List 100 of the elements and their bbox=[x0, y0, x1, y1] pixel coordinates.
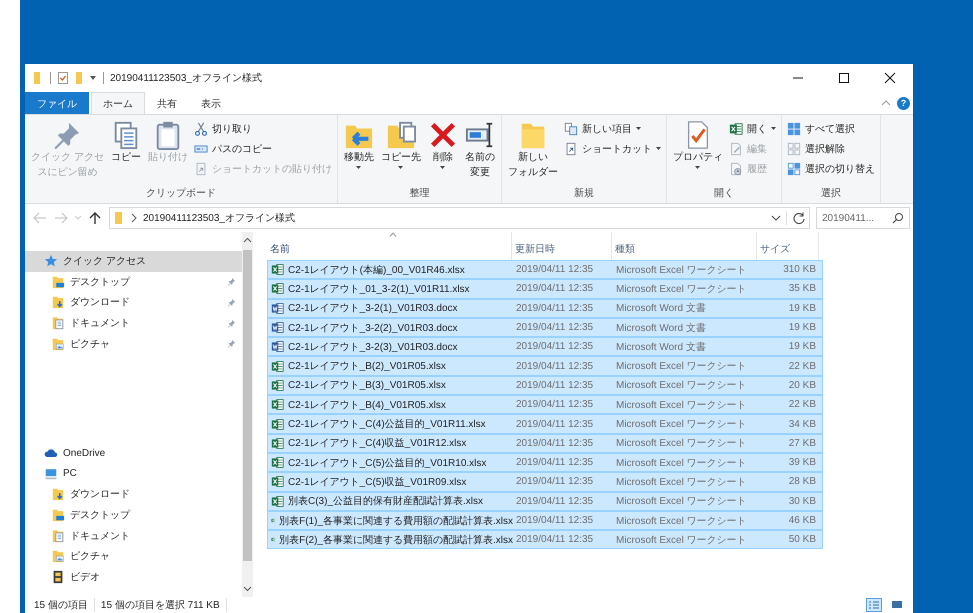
ribbon-button[interactable]: ショートカット bbox=[562, 139, 663, 158]
chevron-icon bbox=[130, 213, 138, 223]
file-row[interactable]: C2-1レイアウト_C(4)公益目的_V01R11.xlsx 2019/04/11 12:35 Microsoft Excel ワークシート 34 KB bbox=[267, 414, 823, 434]
ribbon-button[interactable]: 移動先 bbox=[340, 117, 377, 169]
details-view-button[interactable] bbox=[866, 598, 882, 612]
type-cell-text: Microsoft Word 文書 bbox=[615, 322, 707, 335]
ribbon-button[interactable]: 選択の切り替え bbox=[784, 159, 877, 178]
file-name: C2-1レイアウト_C(5)収益_V01R09.xlsx bbox=[288, 476, 466, 489]
file-name: C2-1レイアウト_3-2(3)_V01R03.docx bbox=[288, 340, 458, 354]
address-bar[interactable]: 20190411123503_オフライン様式 bbox=[109, 207, 810, 229]
sidebar-item[interactable]: ドキュメント bbox=[25, 312, 242, 334]
ribbon-tab[interactable]: 共有 bbox=[145, 92, 189, 114]
ribbon-button[interactable]: 削除 bbox=[424, 117, 461, 169]
file-row[interactable]: C2-1レイアウト_C(5)収益_V01R09.xlsx 2019/04/11 12:35 Microsoft Excel ワークシート 28 KB bbox=[267, 472, 823, 492]
scrollbar[interactable] bbox=[242, 232, 253, 597]
ribbon-button[interactable]: 切り取り bbox=[192, 119, 334, 138]
size-cell-text: 20 KB bbox=[788, 380, 817, 391]
folder-icon bbox=[113, 211, 125, 225]
ribbon-button[interactable]: コピー bbox=[108, 117, 144, 165]
document-icon bbox=[51, 528, 65, 543]
collapse-ribbon-icon[interactable] bbox=[881, 100, 891, 106]
file-row[interactable]: C2-1レイアウト_3-2(1)_V01R03.docx 2019/04/11 12:35 Microsoft Word 文書 19 KB bbox=[267, 298, 823, 318]
file-name: C2-1レイアウト_B(4)_V01R05.xlsx bbox=[288, 398, 446, 412]
type-cell-text: Microsoft Excel ワークシート bbox=[615, 418, 748, 432]
ribbon-button[interactable]: コピー先 bbox=[378, 117, 424, 169]
group-label: 新規 bbox=[572, 187, 595, 201]
date-cell-text: 2019/04/11 12:35 bbox=[515, 283, 594, 294]
caret-icon bbox=[656, 147, 661, 150]
date-cell-text: 2019/04/11 12:35 bbox=[515, 418, 594, 430]
file-row[interactable]: 別表F(1)_各事業に関連する費用額の配賦計算表.xlsx 2019/04/11 12:35 Microsoft Excel ワークシート 46 KB bbox=[267, 510, 823, 530]
refresh-icon[interactable] bbox=[792, 211, 806, 225]
spreadsheet-icon bbox=[271, 456, 284, 470]
size-cell-text: 35 KB bbox=[788, 283, 817, 294]
sidebar-item[interactable]: PC bbox=[25, 464, 242, 484]
ribbon-tab[interactable]: ファイル bbox=[25, 92, 89, 114]
shortcut-icon bbox=[564, 142, 578, 156]
date-cell-text: 2019/04/11 12:35 bbox=[515, 264, 594, 276]
type-cell-text: Microsoft Excel ワークシート bbox=[615, 476, 748, 489]
file-row[interactable]: C2-1レイアウト_3-2(3)_V01R03.docx 2019/04/11 12:35 Microsoft Word 文書 19 KB bbox=[267, 337, 823, 356]
size-cell-text: 310 KB bbox=[782, 264, 817, 276]
size-cell-text: 50 KB bbox=[788, 534, 817, 546]
ribbon-tab[interactable]: ホーム bbox=[91, 92, 145, 114]
date-cell-text: 2019/04/11 12:35 bbox=[515, 534, 594, 546]
type-cell-text: Microsoft Excel ワークシート bbox=[615, 360, 748, 374]
file-row[interactable]: C2-1レイアウト(本編)_00_V01R46.xlsx 2019/04/11 12:35 Microsoft Excel ワークシート 310 KB bbox=[267, 260, 823, 280]
ribbon-button[interactable]: 開く bbox=[726, 119, 778, 138]
file-name: C2-1レイアウト_3-2(1)_V01R03.docx bbox=[288, 302, 458, 316]
size-cell-text: 19 KB bbox=[788, 302, 817, 314]
spreadsheet-icon bbox=[271, 378, 284, 392]
size-cell-text: 27 KB bbox=[788, 438, 817, 449]
sidebar-item[interactable]: ドキュメント bbox=[25, 525, 242, 546]
help-button[interactable]: ? bbox=[897, 96, 910, 110]
sidebar-item[interactable]: ピクチャ bbox=[25, 546, 242, 567]
item-count: 15 個の項目 bbox=[34, 599, 88, 612]
ribbon-button[interactable]: 新しい フォルダー bbox=[504, 117, 561, 180]
group-label: 整理 bbox=[408, 187, 430, 201]
file-row[interactable]: C2-1レイアウト_B(2)_V01R05.xlsx 2019/04/11 12:35 Microsoft Excel ワークシート 22 KB bbox=[267, 356, 823, 376]
scroll-down-icon[interactable] bbox=[243, 585, 252, 593]
sidebar-item[interactable]: ダウンロード bbox=[25, 292, 242, 313]
file-name: C2-1レイアウト_01_3-2(1)_V01R11.xlsx bbox=[288, 282, 470, 296]
ribbon-button[interactable]: 新しい項目 bbox=[562, 119, 663, 138]
spreadsheet-icon bbox=[271, 398, 284, 412]
ribbon-button[interactable]: プロパティ bbox=[670, 117, 726, 169]
ribbon-button[interactable]: 名前の 変更 bbox=[462, 117, 498, 180]
dropdown-icon[interactable] bbox=[771, 214, 781, 222]
file-row[interactable]: C2-1レイアウト_3-2(2)_V01R03.docx 2019/04/11 12:35 Microsoft Word 文書 19 KB bbox=[267, 318, 823, 338]
sidebar-item[interactable]: デスクトップ bbox=[25, 504, 242, 526]
ribbon-button[interactable]: 選択解除 bbox=[784, 139, 877, 158]
file-row[interactable]: C2-1レイアウト_01_3-2(1)_V01R11.xlsx 2019/04/11 12:35 Microsoft Excel ワークシート 35 KB bbox=[267, 279, 823, 299]
dropdown-icon[interactable] bbox=[89, 75, 97, 81]
file-row[interactable]: C2-1レイアウト_B(3)_V01R05.xlsx 2019/04/11 12:35 Microsoft Excel ワークシート 20 KB bbox=[267, 376, 823, 396]
video-icon bbox=[51, 570, 65, 584]
file-row[interactable]: 別表C(3)_公益目的保有財産配賦計算表.xlsx 2019/04/11 12:35 Microsoft Excel ワークシート 30 KB bbox=[267, 492, 823, 511]
computer-icon bbox=[44, 466, 58, 481]
file-row[interactable]: C2-1レイアウト_C(5)公益目的_V01R10.xlsx 2019/04/11 12:35 Microsoft Excel ワークシート 39 KB bbox=[267, 452, 823, 472]
file-row[interactable]: C2-1レイアウト_B(4)_V01R05.xlsx 2019/04/11 12:35 Microsoft Excel ワークシート 22 KB bbox=[267, 395, 823, 414]
spreadsheet-icon bbox=[271, 475, 284, 488]
search-field[interactable]: 20190411... bbox=[816, 207, 910, 229]
ribbon-button[interactable]: パスのコピー bbox=[192, 139, 334, 158]
file-name: C2-1レイアウト_C(4)公益目的_V01R11.xlsx bbox=[288, 418, 486, 432]
sidebar-item[interactable]: クイック アクセス bbox=[25, 251, 242, 272]
scroll-thumb[interactable] bbox=[243, 250, 252, 561]
sidebar-item[interactable]: OneDrive bbox=[25, 442, 242, 464]
sidebar-item[interactable]: ビデオ bbox=[25, 566, 242, 588]
address-path[interactable]: 20190411123503_オフライン様式 bbox=[143, 211, 295, 225]
file-name: C2-1レイアウト_C(5)公益目的_V01R10.xlsx bbox=[288, 456, 486, 470]
properties-icon[interactable] bbox=[57, 71, 69, 85]
sidebar-item[interactable]: デスクトップ bbox=[25, 272, 242, 292]
file-row[interactable]: C2-1レイアウト_C(4)収益_V01R12.xlsx 2019/04/11 12:35 Microsoft Excel ワークシート 27 KB bbox=[267, 434, 823, 453]
caret-icon bbox=[398, 166, 404, 169]
date-cell-text: 2019/04/11 12:35 bbox=[515, 399, 594, 410]
scroll-up-icon[interactable] bbox=[243, 236, 252, 244]
type-cell-text: Microsoft Excel ワークシート bbox=[615, 437, 748, 450]
ribbon-tab[interactable]: 表示 bbox=[189, 92, 233, 114]
sidebar-item[interactable]: ダウンロード bbox=[25, 484, 242, 505]
sidebar-item[interactable]: ピクチャ bbox=[25, 333, 242, 354]
file-row[interactable]: 別表F(2)_各事業に関連する費用額の配賦計算表.xlsx 2019/04/11 12:35 Microsoft Excel ワークシート 50 KB bbox=[267, 530, 823, 550]
download-folder-icon bbox=[51, 295, 65, 310]
ribbon-button[interactable]: すべて選択 bbox=[784, 119, 877, 138]
size-cell-text: 22 KB bbox=[788, 360, 817, 372]
